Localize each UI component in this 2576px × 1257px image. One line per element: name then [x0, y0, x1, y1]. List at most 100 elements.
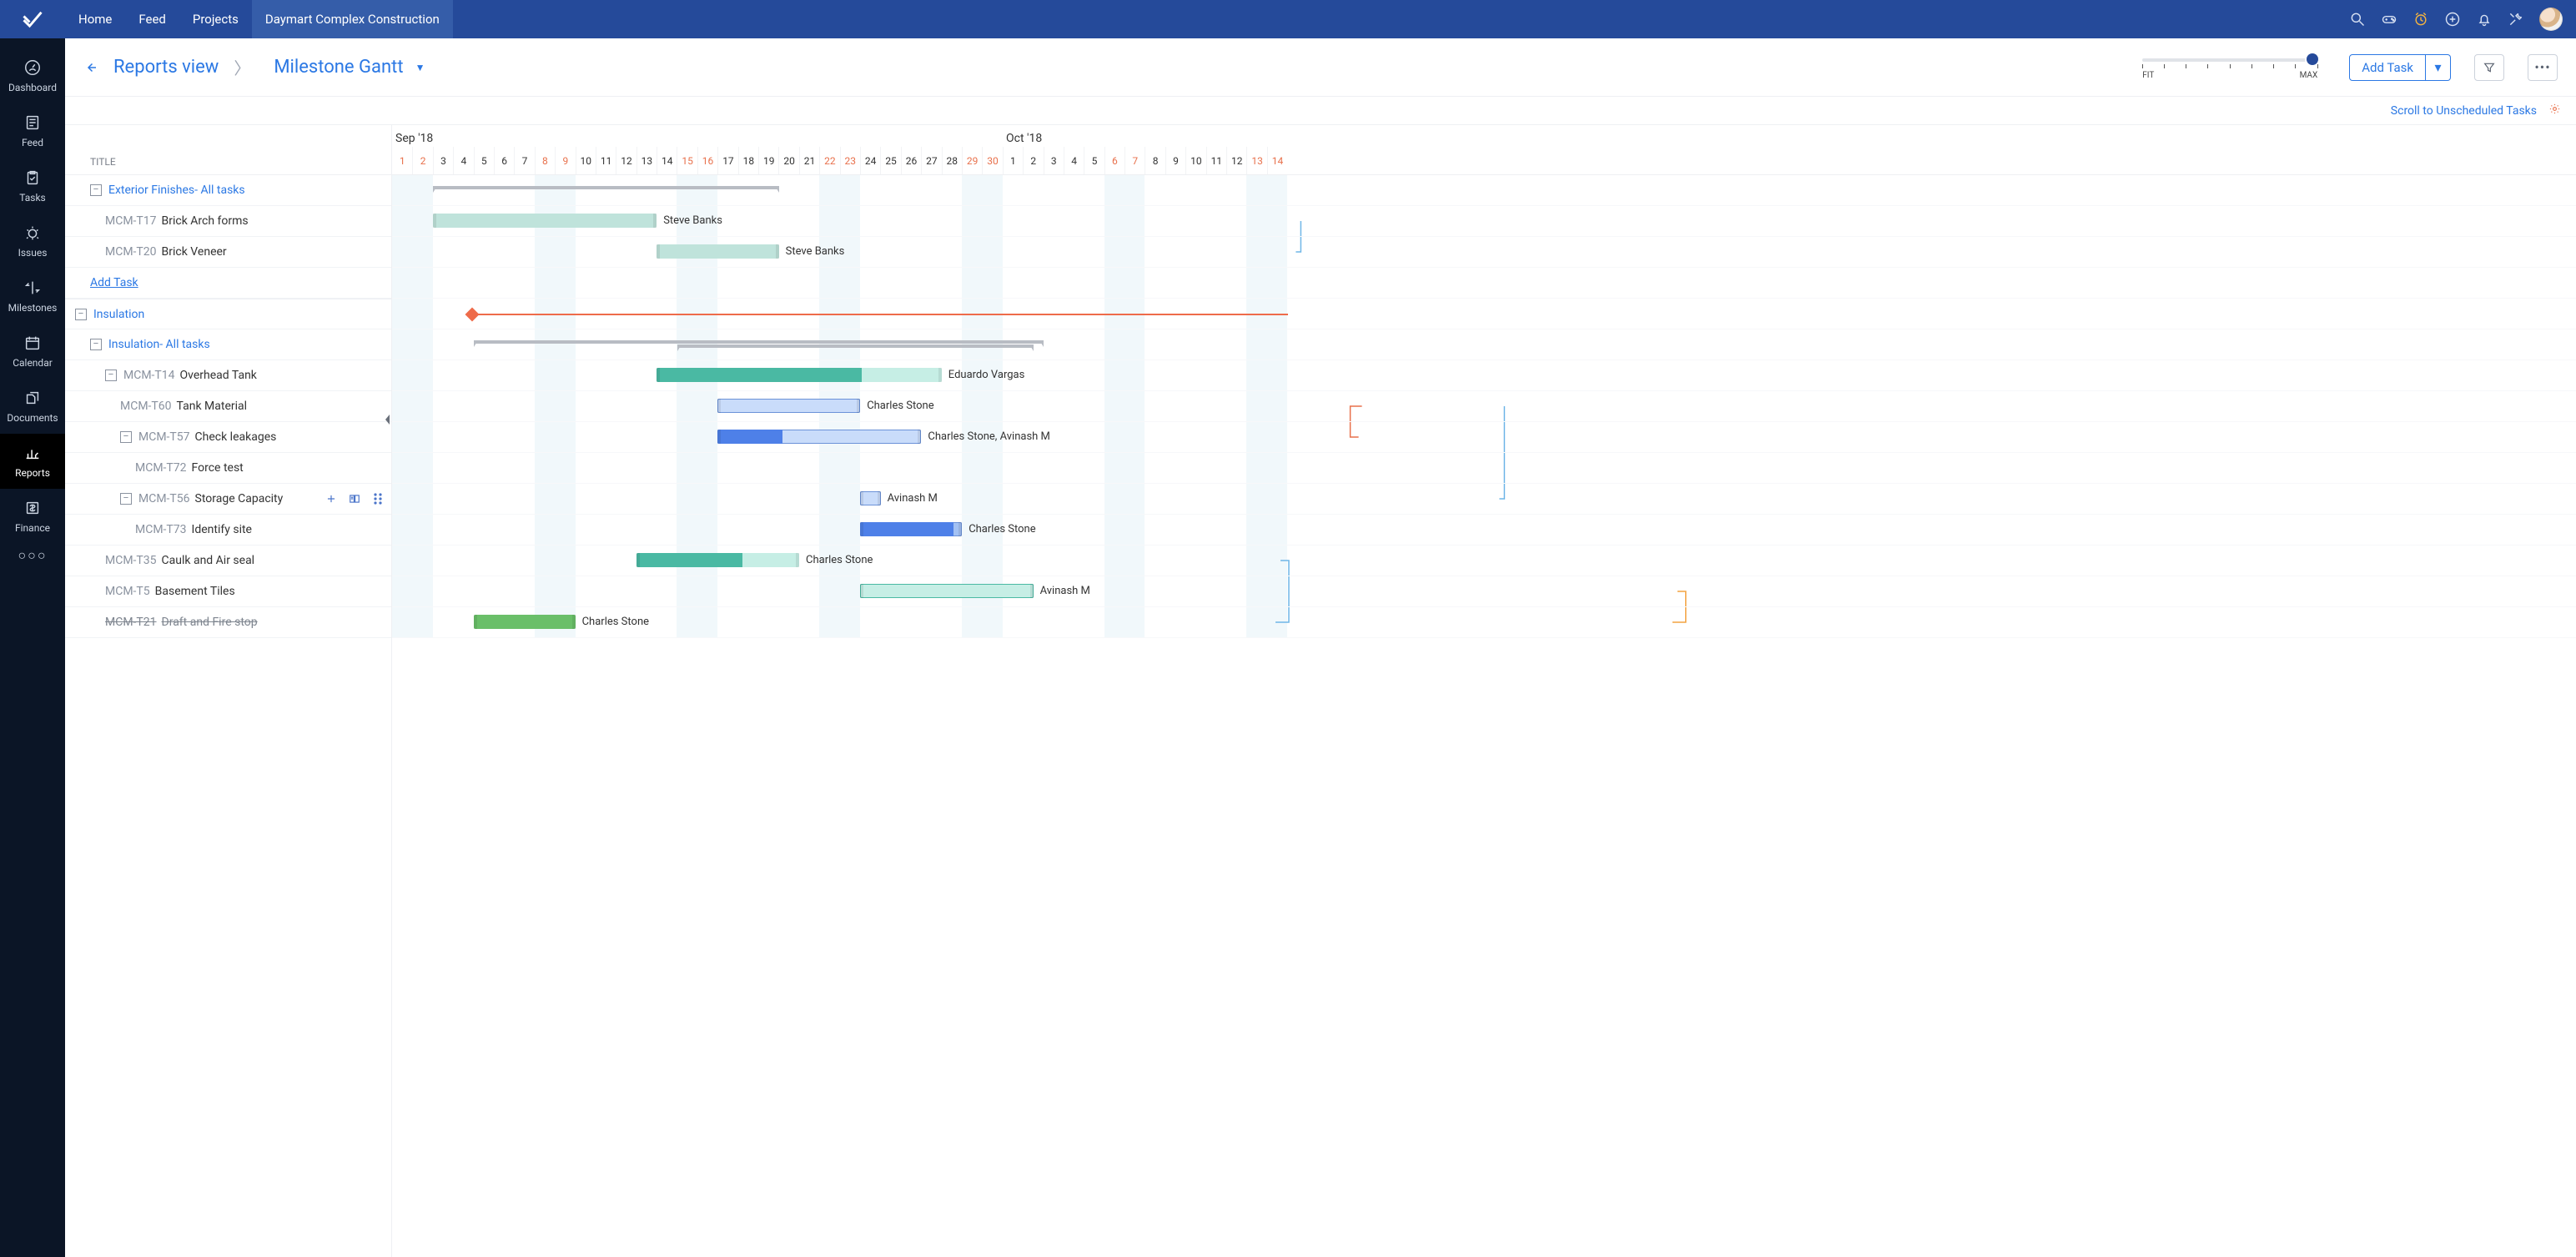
task-id: MCM-T21 — [105, 616, 157, 629]
task-rows: −Exterior Finishes- All tasksMCM-T17Bric… — [65, 175, 391, 1257]
sidebar-item-reports[interactable]: Reports — [0, 434, 65, 489]
task-row[interactable]: MCM-T20Brick Veneer — [65, 237, 391, 268]
day-label: 14 — [657, 147, 677, 174]
row-add-icon[interactable] — [325, 492, 338, 505]
task-row[interactable]: −Exterior Finishes- All tasks — [65, 175, 391, 206]
day-label: 13 — [1246, 147, 1266, 174]
sidebar-item-issues[interactable]: Issues — [0, 214, 65, 269]
avatar[interactable] — [2539, 8, 2563, 31]
task-row[interactable]: MCM-T5Basement Tiles — [65, 576, 391, 607]
task-row[interactable]: MCM-T73Identify site — [65, 515, 391, 546]
collapse-toggle[interactable]: − — [90, 339, 102, 350]
task-row[interactable]: MCM-T17Brick Arch forms — [65, 206, 391, 237]
task-title: Force test — [192, 461, 244, 475]
task-id: MCM-T60 — [120, 400, 172, 413]
task-row[interactable]: −Insulation — [65, 299, 391, 329]
scroll-unscheduled-link[interactable]: Scroll to Unscheduled Tasks — [2391, 104, 2537, 118]
add-task-split-button: Add Task ▾ — [2349, 54, 2451, 81]
task-bar[interactable] — [860, 491, 880, 505]
sidebar-item-milestones[interactable]: Milestones — [0, 269, 65, 324]
row-title: Exterior Finishes- All tasks — [108, 184, 245, 197]
sidebar-item-calendar[interactable]: Calendar — [0, 324, 65, 379]
filter-button[interactable] — [2474, 54, 2504, 81]
collapse-toggle[interactable]: − — [120, 493, 132, 505]
gamepad-icon[interactable] — [2381, 11, 2397, 28]
add-task-link[interactable]: Add Task — [90, 276, 138, 289]
breadcrumb[interactable]: Reports view — [113, 57, 219, 78]
collapse-toggle[interactable]: − — [75, 309, 87, 320]
sidebar-more[interactable]: ○○○ — [18, 547, 48, 564]
nav-home[interactable]: Home — [65, 0, 125, 38]
milestone-line[interactable] — [474, 314, 1288, 315]
nav-projects[interactable]: Projects — [179, 0, 252, 38]
task-bar[interactable] — [657, 368, 942, 382]
row-detail-icon[interactable] — [348, 492, 361, 505]
day-label: 4 — [453, 147, 473, 174]
add-task-button[interactable]: Add Task — [2349, 54, 2426, 81]
day-label: 19 — [758, 147, 778, 174]
plus-circle-icon[interactable] — [2444, 11, 2461, 28]
sidebar-item-feed[interactable]: Feed — [0, 103, 65, 158]
task-bar[interactable] — [433, 214, 657, 228]
timeline-header: Sep '18Oct '18 1234567891011121314151617… — [392, 125, 2576, 175]
view-select[interactable]: Milestone Gantt ▼ — [274, 57, 425, 78]
day-label: 8 — [535, 147, 555, 174]
nav-active-project[interactable]: Daymart Complex Construction — [252, 0, 453, 38]
gantt-lane: Charles Stone — [392, 607, 2576, 638]
task-row[interactable]: −MCM-T56Storage Capacity — [65, 484, 391, 515]
gantt-lane: Charles Stone, Avinash M — [392, 422, 2576, 453]
sidebar-item-label: Tasks — [19, 192, 46, 204]
sidebar-item-label: Dashboard — [8, 82, 57, 93]
gantt-chart[interactable]: Steve BanksSteve BanksEduardo VargasChar… — [392, 175, 2576, 638]
add-task-dropdown[interactable]: ▾ — [2426, 54, 2451, 81]
task-row[interactable]: −MCM-T57Check leakages — [65, 422, 391, 453]
collapse-toggle[interactable]: − — [90, 184, 102, 196]
day-label: 1 — [1003, 147, 1023, 174]
summary-bar[interactable] — [474, 340, 1044, 344]
tools-icon[interactable] — [2508, 11, 2524, 28]
task-bar[interactable] — [717, 430, 921, 444]
day-label: 4 — [1064, 147, 1084, 174]
bell-icon[interactable] — [2476, 11, 2493, 28]
day-label: 9 — [1165, 147, 1185, 174]
gantt-lane: Avinash M — [392, 484, 2576, 515]
app-logo[interactable] — [0, 8, 65, 31]
task-row[interactable]: −Insulation- All tasks — [65, 329, 391, 360]
zoom-slider[interactable]: FIT MAX — [2142, 54, 2317, 80]
task-row[interactable]: Add Task — [65, 268, 391, 299]
task-title: Caulk and Air seal — [162, 554, 255, 567]
sidebar-item-finance[interactable]: Finance — [0, 489, 65, 544]
clock-icon[interactable] — [2412, 11, 2429, 28]
task-bar[interactable] — [860, 522, 962, 536]
day-label: 26 — [901, 147, 921, 174]
link-bar: Scroll to Unscheduled Tasks — [65, 97, 2576, 125]
month-label: Oct '18 — [1003, 125, 1288, 147]
nav-feed[interactable]: Feed — [125, 0, 179, 38]
zoom-thumb[interactable] — [2307, 53, 2318, 65]
more-actions-button[interactable]: ••• — [2528, 54, 2558, 81]
task-row[interactable]: MCM-T60Tank Material — [65, 391, 391, 422]
row-drag-icon[interactable] — [371, 492, 385, 505]
task-bar[interactable] — [717, 399, 860, 413]
back-arrow-icon[interactable] — [83, 60, 98, 75]
search-icon[interactable] — [2349, 11, 2366, 28]
task-bar[interactable] — [636, 553, 799, 567]
collapse-toggle[interactable]: − — [105, 370, 117, 381]
summary-bar[interactable] — [677, 344, 1034, 348]
task-row[interactable]: MCM-T21Draft and Fire stop — [65, 607, 391, 638]
view-select-label: Milestone Gantt — [274, 57, 403, 78]
task-row[interactable]: −MCM-T14Overhead Tank — [65, 360, 391, 391]
sidebar-item-label: Feed — [22, 137, 43, 148]
sidebar-item-dashboard[interactable]: Dashboard — [0, 48, 65, 103]
collapse-toggle[interactable]: − — [120, 431, 132, 443]
task-bar[interactable] — [860, 584, 1033, 598]
task-bar[interactable] — [657, 244, 778, 259]
settings-gear-icon[interactable] — [2548, 103, 2561, 118]
sidebar-item-documents[interactable]: Documents — [0, 379, 65, 434]
zoom-max-label: MAX — [2300, 71, 2318, 80]
task-row[interactable]: MCM-T72Force test — [65, 453, 391, 484]
summary-bar[interactable] — [433, 186, 779, 189]
sidebar-item-tasks[interactable]: Tasks — [0, 158, 65, 214]
task-bar[interactable] — [474, 615, 576, 629]
task-row[interactable]: MCM-T35Caulk and Air seal — [65, 546, 391, 576]
